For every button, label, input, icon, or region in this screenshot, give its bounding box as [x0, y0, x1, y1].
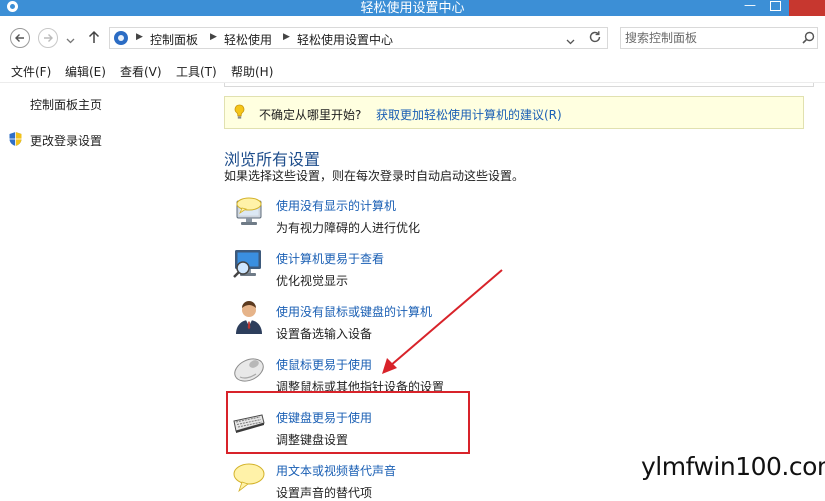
tip-text: 不确定从哪里开始?	[259, 108, 362, 122]
lightbulb-icon	[234, 104, 245, 119]
window-title: 轻松使用设置中心	[360, 1, 465, 16]
sidebar-control-panel-home[interactable]: 控制面板主页	[30, 96, 102, 113]
menu-edit[interactable]: 编辑(E)	[65, 63, 106, 80]
close-button[interactable]	[789, 0, 825, 16]
address-toolbar: ▶ 控制面板 ▶ 轻松使用 ▶ 轻松使用设置中心	[0, 16, 825, 58]
breadcrumb-ease-of-access-center[interactable]: 轻松使用设置中心	[297, 31, 393, 48]
shield-icon	[9, 132, 22, 146]
chevron-down-icon	[66, 38, 75, 44]
sidebar: 控制面板主页 更改登录设置	[0, 83, 210, 498]
speech-monitor-icon	[236, 197, 262, 225]
search-box[interactable]	[620, 27, 818, 49]
tip-suggestions-link[interactable]: 获取更加轻松使用计算机的建议(R)	[376, 106, 562, 123]
watermark: ylmfwin100.com	[641, 452, 825, 481]
maximize-icon[interactable]	[770, 1, 781, 11]
item-desc-easier-to-see: 优化视觉显示	[276, 274, 349, 288]
arrow-right-icon	[44, 34, 53, 42]
highlight-box	[226, 391, 470, 454]
chevron-down-icon	[566, 39, 575, 45]
arrow-up-icon	[88, 30, 100, 43]
breadcrumb-separator-icon[interactable]: ▶	[210, 32, 217, 42]
section-description: 如果选择这些设置，则在每次登录时自动启动这些设置。	[224, 169, 525, 183]
tip-bar: 不确定从哪里开始? 获取更加轻松使用计算机的建议(R)	[224, 96, 804, 129]
item-desc-no-mouse-keyboard: 设置备选输入设备	[276, 327, 373, 341]
item-link-sound-alternatives[interactable]: 用文本或视频替代声音	[276, 462, 396, 479]
menu-file[interactable]: 文件(F)	[11, 63, 51, 80]
speech-bubble-icon	[233, 463, 265, 493]
control-panel-location-icon	[114, 31, 128, 45]
item-link-easier-to-see[interactable]: 使计算机更易于查看	[276, 250, 384, 267]
previous-panel-edge	[224, 83, 814, 87]
refresh-button[interactable]	[588, 30, 602, 47]
item-desc-sound-alternatives: 设置声音的替代项	[276, 486, 373, 500]
address-history-dropdown[interactable]	[566, 34, 575, 48]
breadcrumb-ease-of-access[interactable]: 轻松使用	[224, 31, 272, 48]
item-desc-no-display: 为有视力障碍的人进行优化	[276, 221, 421, 235]
item-link-mouse-easier[interactable]: 使鼠标更易于使用	[276, 356, 372, 373]
address-bar[interactable]: ▶ 控制面板 ▶ 轻松使用 ▶ 轻松使用设置中心	[109, 27, 608, 49]
sidebar-change-login-settings[interactable]: 更改登录设置	[30, 132, 102, 149]
search-input[interactable]	[625, 30, 795, 45]
title-bar: 轻松使用设置中心 —	[0, 0, 825, 16]
arrow-left-icon	[15, 34, 24, 42]
menu-bar: 文件(F) 编辑(E) 查看(V) 工具(T) 帮助(H)	[0, 58, 825, 83]
up-button[interactable]	[88, 30, 100, 47]
mouse-icon	[234, 358, 264, 382]
breadcrumb-separator-icon[interactable]: ▶	[283, 32, 290, 42]
breadcrumb-separator-icon: ▶	[136, 32, 143, 42]
minimize-icon[interactable]: —	[744, 0, 756, 12]
search-icon[interactable]	[802, 31, 815, 47]
refresh-icon	[589, 31, 601, 43]
red-arrow-icon	[382, 269, 503, 374]
magnifier-monitor-icon	[233, 250, 261, 278]
forward-button[interactable]	[38, 28, 58, 48]
person-icon	[236, 301, 262, 334]
back-button[interactable]	[10, 28, 30, 48]
breadcrumb-control-panel[interactable]: 控制面板	[150, 31, 198, 48]
menu-view[interactable]: 查看(V)	[120, 63, 162, 80]
menu-help[interactable]: 帮助(H)	[231, 63, 273, 80]
menu-tools[interactable]: 工具(T)	[176, 63, 217, 80]
recent-pages-dropdown[interactable]	[66, 33, 75, 47]
item-link-no-display[interactable]: 使用没有显示的计算机	[276, 197, 396, 214]
